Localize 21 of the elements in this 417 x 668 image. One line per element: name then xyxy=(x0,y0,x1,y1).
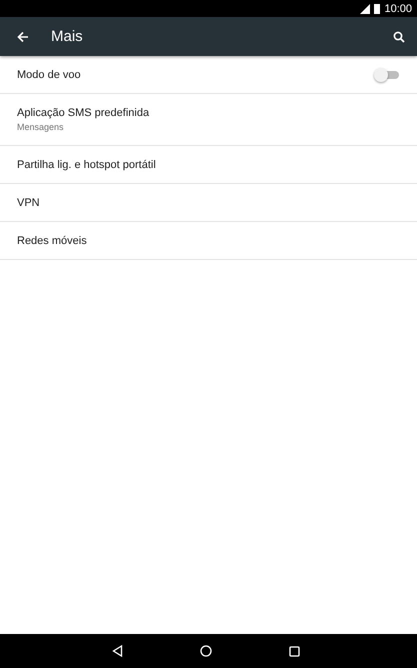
recents-icon[interactable] xyxy=(288,646,300,656)
battery-icon xyxy=(374,4,380,14)
settings-item[interactable]: Aplicação SMS predefinida Mensagens xyxy=(0,94,417,146)
settings-item[interactable]: Modo de voo xyxy=(0,56,417,94)
signal-icon xyxy=(360,4,370,14)
item-label: Aplicação SMS predefinida xyxy=(17,107,150,119)
settings-item[interactable]: Redes móveis xyxy=(0,222,417,260)
back-icon[interactable] xyxy=(17,30,29,42)
item-label: Partilha lig. e hotspot portátil xyxy=(17,158,157,170)
toggle-switch[interactable] xyxy=(374,68,400,82)
screen-title: Mais xyxy=(51,28,84,45)
clock: 10:00 xyxy=(384,2,412,14)
home-icon[interactable] xyxy=(200,645,212,657)
item-label: Modo de voo xyxy=(17,68,82,80)
back-icon[interactable] xyxy=(112,645,122,657)
search-icon[interactable] xyxy=(393,30,405,42)
item-label: VPN xyxy=(17,196,41,208)
item-label: Redes móveis xyxy=(17,234,88,246)
settings-item[interactable]: VPN xyxy=(0,184,417,222)
item-summary: Mensagens xyxy=(17,122,65,132)
settings-item[interactable]: Partilha lig. e hotspot portátil xyxy=(0,146,417,184)
